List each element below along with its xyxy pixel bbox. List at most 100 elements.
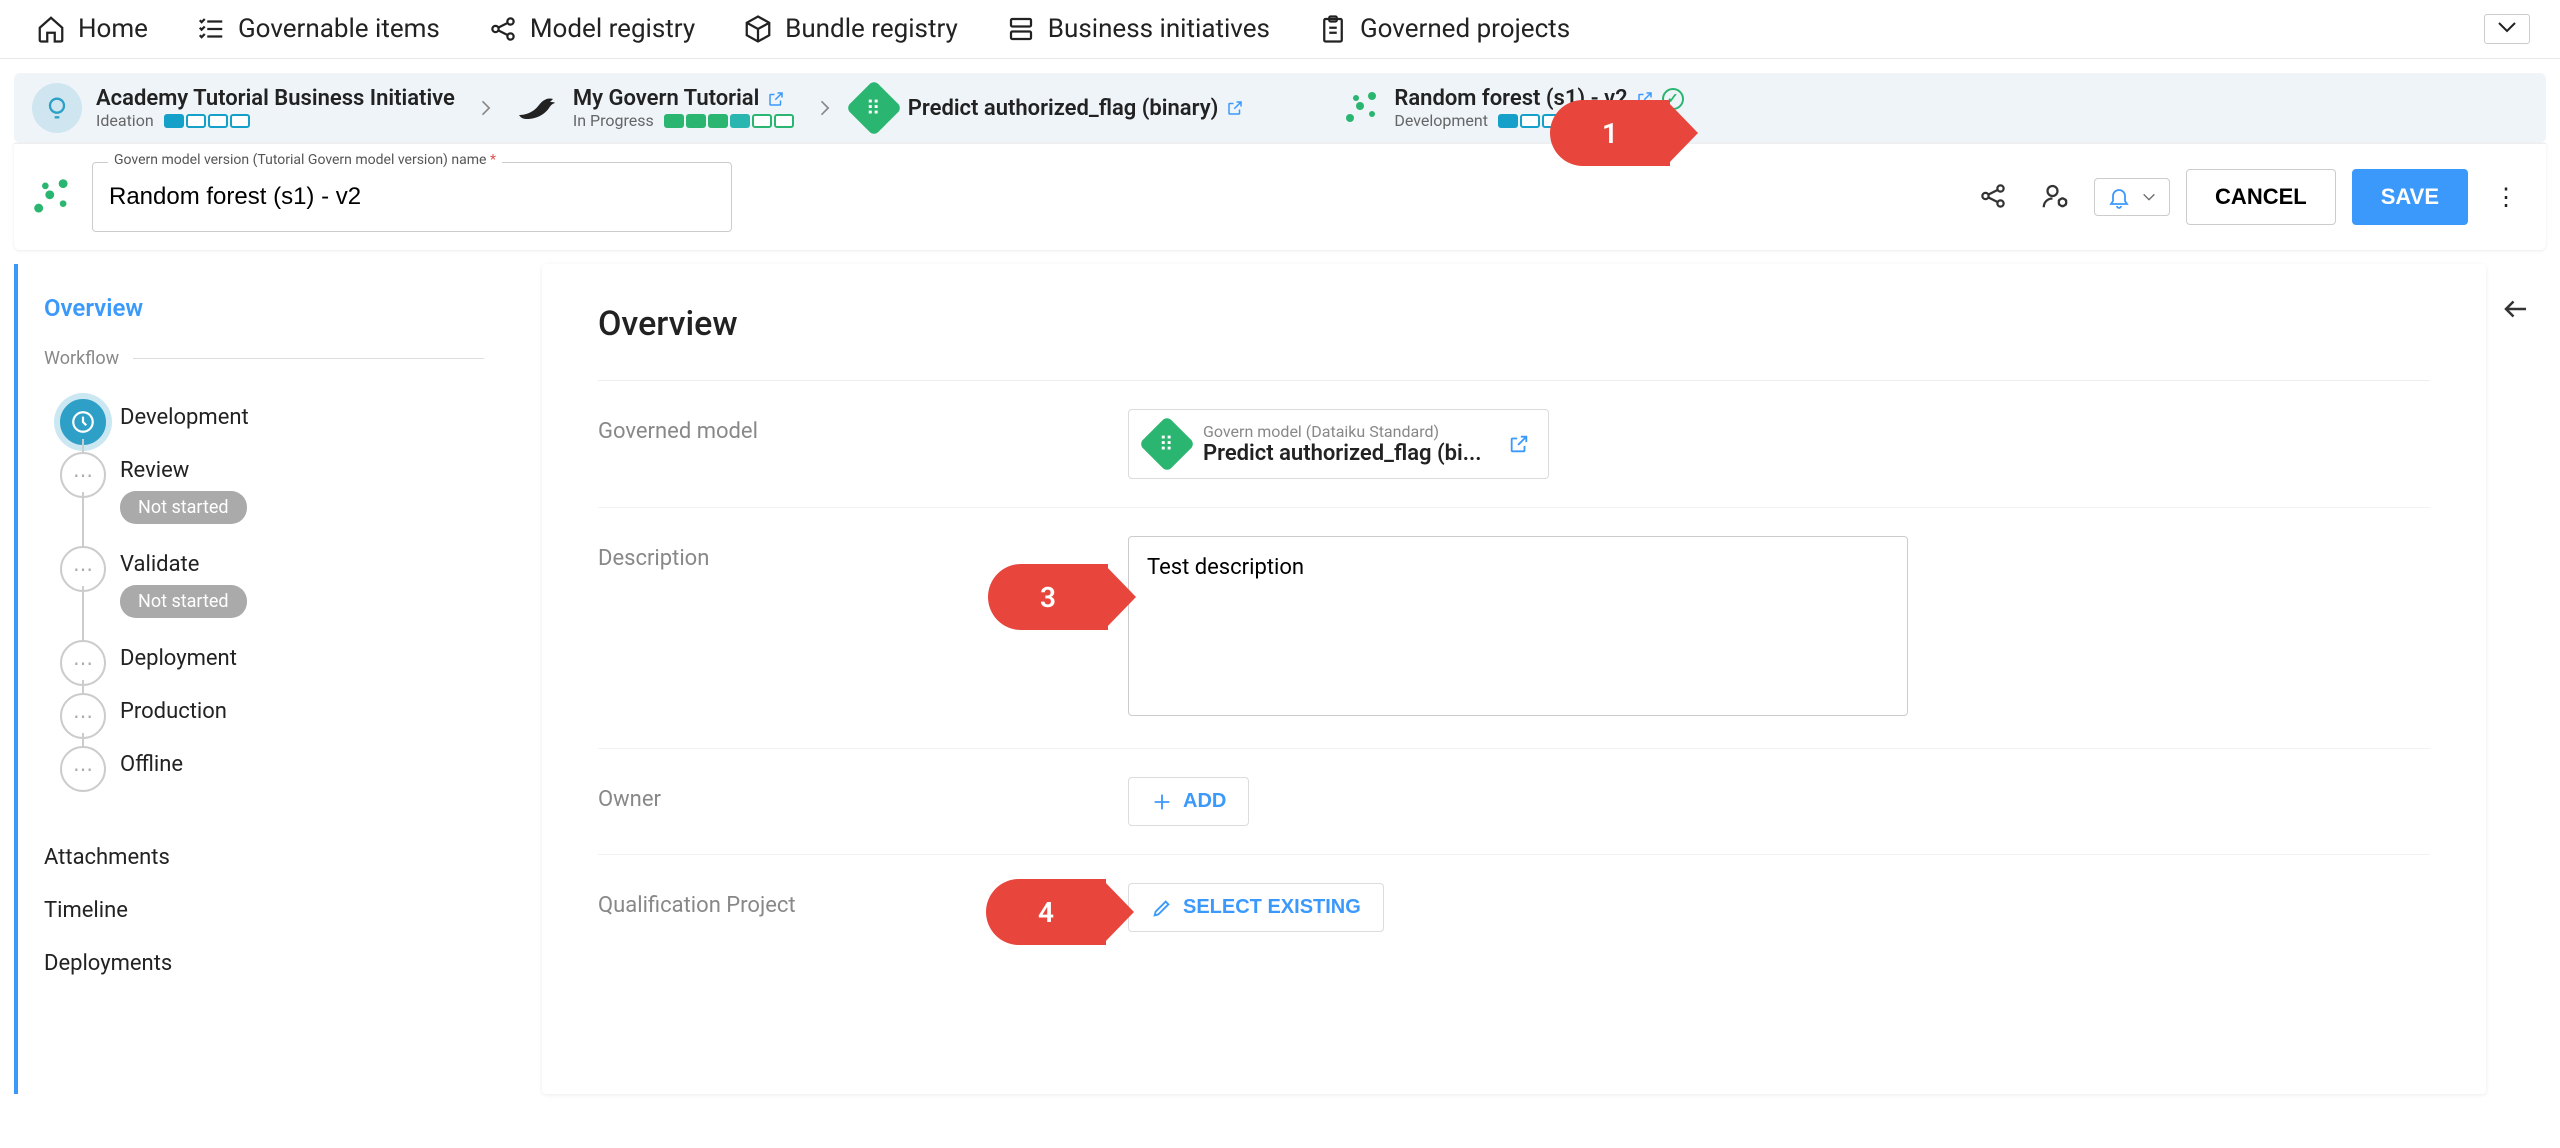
dots-icon: ⋯ xyxy=(60,546,106,592)
name-field: Govern model version (Tutorial Govern mo… xyxy=(92,162,732,232)
clock-icon xyxy=(60,399,106,445)
overview-panel: Overview Governed model ⠿ Govern model (… xyxy=(542,264,2486,1094)
workflow-item-offline[interactable]: ⋯ Offline xyxy=(60,738,494,791)
breadcrumb-project-title: My Govern Tutorial xyxy=(573,86,759,111)
share-nodes-icon xyxy=(1978,181,2008,211)
dots-icon: ⋯ xyxy=(60,693,106,739)
sidebar-deployments-link[interactable]: Deployments xyxy=(34,937,494,990)
workflow-item-validate[interactable]: ⋯ Validate Not started xyxy=(60,538,494,632)
nav-governed-projects-label: Governed projects xyxy=(1360,14,1570,44)
external-link-icon[interactable] xyxy=(1226,99,1244,117)
nav-governed-projects[interactable]: Governed projects xyxy=(1318,14,1570,44)
status-badge: Not started xyxy=(120,491,247,524)
external-link-icon[interactable] xyxy=(1508,433,1530,455)
nav-home[interactable]: Home xyxy=(36,14,148,44)
governed-model-card[interactable]: ⠿ Govern model (Dataiku Standard) Predic… xyxy=(1128,409,1549,479)
collapse-rail xyxy=(2486,264,2546,1094)
sidebar-attachments-link[interactable]: Attachments xyxy=(34,831,494,884)
name-input[interactable] xyxy=(92,162,732,232)
nav-model-registry[interactable]: Model registry xyxy=(488,14,695,44)
title-row: Govern model version (Tutorial Govern mo… xyxy=(14,143,2546,250)
model-dice-icon: ⠿ xyxy=(845,80,902,137)
plus-icon xyxy=(1151,791,1173,813)
scatter-icon xyxy=(32,177,72,217)
bird-icon xyxy=(515,89,559,127)
nav-business-initiatives[interactable]: Business initiatives xyxy=(1006,14,1270,44)
label-governed-model: Governed model xyxy=(598,409,1128,444)
sidebar-overview-link[interactable]: Overview xyxy=(34,284,494,342)
breadcrumb-project-progress xyxy=(664,114,794,128)
status-badge: Not started xyxy=(120,585,247,618)
row-owner: Owner ADD xyxy=(598,749,2430,855)
callout-3: 3 xyxy=(988,564,1108,630)
layers-icon xyxy=(1006,14,1036,44)
breadcrumb-initiative-title: Academy Tutorial Business Initiative xyxy=(96,86,455,111)
row-qualification: Qualification Project 4 SELECT EXISTING xyxy=(598,855,2430,960)
kebab-menu[interactable]: ⋮ xyxy=(2484,183,2528,211)
callout-1: 1 xyxy=(1550,100,1670,166)
nav-business-initiatives-label: Business initiatives xyxy=(1048,14,1270,44)
breadcrumb-step-project[interactable]: My Govern Tutorial In Progress xyxy=(515,86,794,130)
pencil-icon xyxy=(1151,897,1173,919)
cancel-button[interactable]: CANCEL xyxy=(2186,169,2336,225)
governed-model-name: Predict authorized_flag (bi... xyxy=(1203,441,1482,466)
breadcrumb: Academy Tutorial Business Initiative Ide… xyxy=(14,73,2546,143)
chevron-right-icon xyxy=(475,98,495,118)
arrow-left-icon[interactable] xyxy=(2501,294,2531,324)
sidebar: Overview Workflow Development ⋯ Review N… xyxy=(14,264,524,1094)
model-dice-icon: ⠿ xyxy=(1139,416,1196,473)
breadcrumb-step-model[interactable]: ⠿ Predict authorized_flag (binary) xyxy=(854,88,1245,128)
breadcrumb-model-title: Predict authorized_flag (binary) xyxy=(908,96,1219,121)
workflow-item-production[interactable]: ⋯ Production xyxy=(60,685,494,738)
dots-icon: ⋯ xyxy=(60,746,106,792)
select-existing-button[interactable]: SELECT EXISTING xyxy=(1128,883,1384,932)
chevron-down-icon xyxy=(2495,19,2519,35)
home-icon xyxy=(36,14,66,44)
nav-model-registry-label: Model registry xyxy=(530,14,695,44)
nav-governable-label: Governable items xyxy=(238,14,440,44)
notifications-dropdown[interactable] xyxy=(2094,178,2170,216)
list-check-icon xyxy=(196,14,226,44)
workflow-item-deployment[interactable]: ⋯ Deployment xyxy=(60,632,494,685)
breadcrumb-step-initiative[interactable]: Academy Tutorial Business Initiative Ide… xyxy=(32,83,455,133)
cube-icon xyxy=(743,14,773,44)
user-gear-icon-button[interactable] xyxy=(2032,173,2078,222)
row-description: Description 3 xyxy=(598,508,2430,749)
workflow-item-review[interactable]: ⋯ Review Not started xyxy=(60,444,494,538)
callout-4: 4 xyxy=(986,879,1106,945)
description-textarea[interactable] xyxy=(1128,536,1908,716)
share-nodes-icon xyxy=(488,14,518,44)
external-link-icon[interactable] xyxy=(767,90,785,108)
dots-icon: ⋯ xyxy=(60,452,106,498)
nav-expand-chevron[interactable] xyxy=(2484,14,2530,44)
workflow-list: Development ⋯ Review Not started ⋯ Valid… xyxy=(60,391,494,791)
top-nav: Home Governable items Model registry Bun… xyxy=(0,0,2560,59)
page-title: Overview xyxy=(598,304,2430,381)
user-gear-icon xyxy=(2040,181,2070,211)
add-owner-button[interactable]: ADD xyxy=(1128,777,1249,826)
chevron-right-icon xyxy=(814,98,834,118)
scatter-icon xyxy=(1344,90,1380,126)
dots-icon: ⋯ xyxy=(60,640,106,686)
name-field-label: Govern model version (Tutorial Govern mo… xyxy=(108,152,502,168)
breadcrumb-initiative-stage: Ideation xyxy=(96,111,154,130)
workflow-item-development[interactable]: Development xyxy=(60,391,494,444)
label-owner: Owner xyxy=(598,777,1128,812)
row-governed-model: Governed model ⠿ Govern model (Dataiku S… xyxy=(598,381,2430,508)
sidebar-workflow-label: Workflow xyxy=(34,342,494,375)
graph-icon-button[interactable] xyxy=(1970,173,2016,222)
nav-home-label: Home xyxy=(78,14,148,44)
governed-model-sub: Govern model (Dataiku Standard) xyxy=(1203,422,1482,441)
sidebar-timeline-link[interactable]: Timeline xyxy=(34,884,494,937)
bell-icon xyxy=(2107,185,2131,209)
breadcrumb-project-stage: In Progress xyxy=(573,111,654,130)
nav-bundle-registry-label: Bundle registry xyxy=(785,14,958,44)
clipboard-icon xyxy=(1318,14,1348,44)
nav-bundle-registry[interactable]: Bundle registry xyxy=(743,14,958,44)
save-button[interactable]: SAVE xyxy=(2352,169,2468,225)
nav-governable[interactable]: Governable items xyxy=(196,14,440,44)
breadcrumb-version-stage: Development xyxy=(1394,111,1488,130)
breadcrumb-initiative-progress xyxy=(164,114,250,128)
lightbulb-icon xyxy=(32,83,82,133)
chevron-down-icon xyxy=(2141,191,2157,203)
